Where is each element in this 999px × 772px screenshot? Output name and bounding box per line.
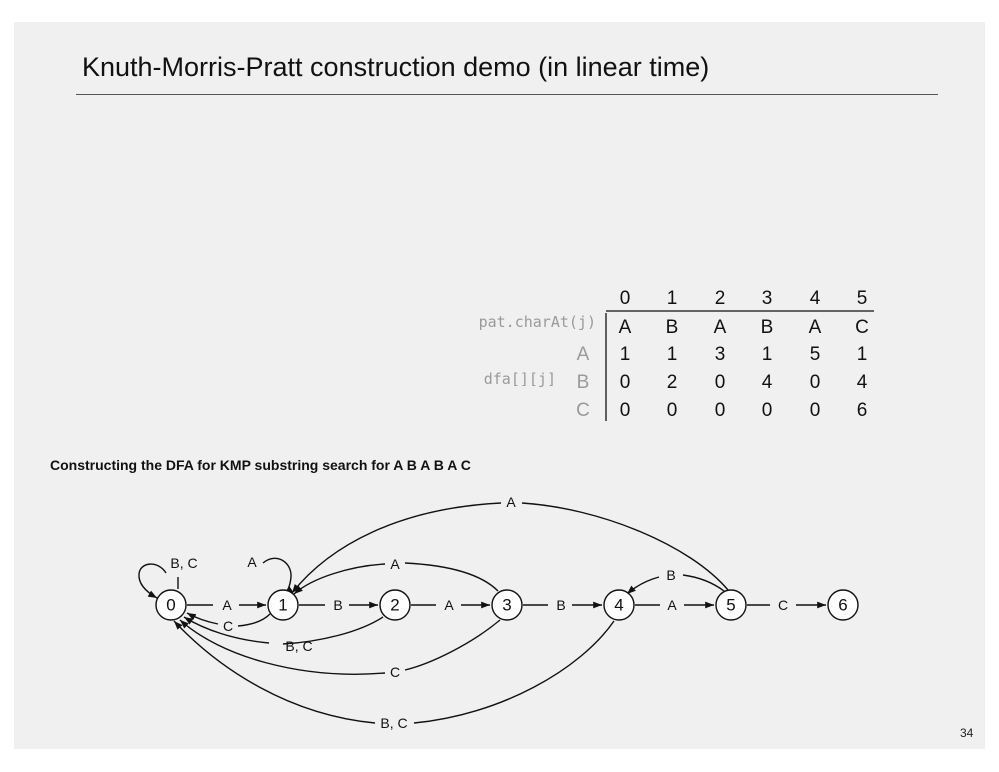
state-label: 3 — [502, 596, 511, 615]
state-label: 4 — [614, 596, 623, 615]
transition-label: B — [333, 597, 342, 613]
edge-4-0-head — [173, 620, 376, 724]
edge-1-0-head — [186, 612, 219, 625]
edge-1-0 — [237, 613, 271, 627]
transition-label: A — [444, 597, 454, 613]
state-label: 6 — [838, 596, 847, 615]
state-label: 0 — [166, 596, 175, 615]
transition-label: A — [222, 597, 232, 613]
transition-label: A — [390, 556, 400, 572]
edge-5-1-head — [291, 502, 502, 594]
edge-4-0 — [413, 620, 615, 724]
transition-label: C — [390, 664, 400, 680]
transition-label: C — [223, 618, 233, 634]
edge-5-4 — [682, 574, 725, 592]
edge-5-1 — [521, 502, 729, 591]
transition-label: B, C — [285, 638, 312, 654]
transition-label: A — [247, 554, 257, 570]
transition-label: B — [556, 597, 565, 613]
transition-label: C — [778, 597, 788, 613]
transition-label: B, C — [170, 555, 197, 571]
loop-1 — [262, 557, 294, 595]
edge-5-4-head — [626, 576, 660, 595]
transition-label: A — [506, 494, 516, 510]
transition-label: B, C — [380, 715, 407, 731]
transition-label: B — [666, 567, 675, 583]
dfa-diagram: 0 1 2 3 4 5 6 B, C A A C B B, C A A C B … — [138, 494, 859, 731]
state-label: 5 — [726, 596, 735, 615]
edge-3-1-head — [293, 563, 386, 595]
transition-label: A — [667, 597, 677, 613]
edge-3-0 — [404, 619, 501, 671]
edge-3-1 — [404, 562, 499, 592]
state-label: 1 — [278, 596, 287, 615]
edge-3-0-head — [179, 619, 386, 675]
state-label: 2 — [390, 596, 399, 615]
